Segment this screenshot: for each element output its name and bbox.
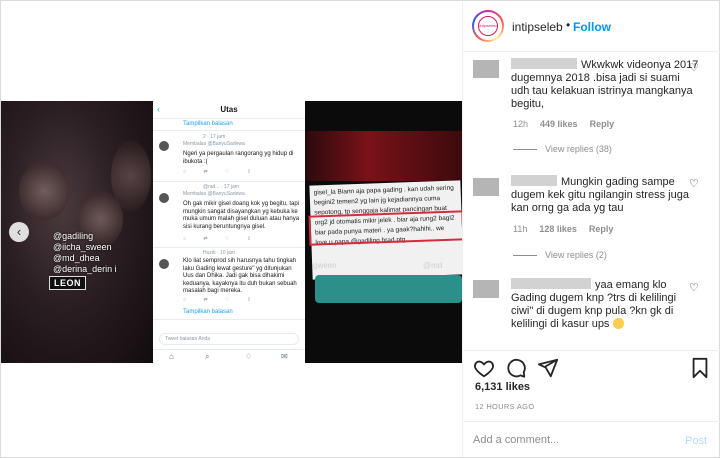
- divider: [153, 319, 305, 320]
- avatar: [159, 141, 169, 151]
- thread-header: ‹ Utas: [153, 101, 305, 119]
- person-figure: [19, 161, 69, 221]
- divider: [153, 130, 305, 131]
- commenter-name-redacted[interactable]: [511, 58, 577, 69]
- home-icon: ⌂: [169, 352, 174, 361]
- divider: [153, 181, 305, 182]
- tweet-text: Oh gak mikir gisel doang kok yg begitu, …: [183, 201, 300, 230]
- media-collage: @gadiling @iicha_sween @md_dhea @derina_…: [1, 101, 462, 363]
- reply-to-label: Membalas @BanyuSadewa: [183, 141, 245, 147]
- divider: [153, 247, 305, 248]
- tweet-actions: ○ ⇄ ♡ ⇪: [183, 236, 260, 242]
- show-replies-link: Tampilkan balasan: [183, 309, 233, 315]
- username-link[interactable]: intipseleb: [512, 20, 563, 34]
- instagram-comment-screenshot: gisel_la Biann aja papa gading . kan uda…: [305, 101, 462, 363]
- highlight-box: [308, 210, 462, 246]
- tweet-meta: @rad... · 17 jam: [203, 184, 239, 190]
- view-replies-link[interactable]: View replies (38): [513, 144, 612, 154]
- avatar[interactable]: intipseleb: [472, 10, 504, 42]
- photo-tag: @md_dhea: [53, 253, 100, 263]
- photo-tag: @gadiling: [53, 231, 94, 241]
- tweet-actions: ○ ⇄ ♡ ⇪: [183, 169, 260, 175]
- tweet-text: Klo liat semprod sih harusnya tahu tingk…: [183, 258, 297, 294]
- share-icon[interactable]: [537, 357, 559, 379]
- heart-icon[interactable]: ♡: [689, 281, 699, 294]
- teal-banner: [315, 275, 462, 303]
- commenter-avatar[interactable]: [473, 280, 499, 298]
- commenter-avatar[interactable]: [473, 178, 499, 196]
- separator-dot: •: [566, 18, 571, 32]
- likes-count[interactable]: 6,131 likes: [475, 381, 530, 393]
- avatar: [159, 259, 169, 269]
- chevron-left-icon[interactable]: ‹: [9, 222, 29, 242]
- smile-emoji-icon: [612, 318, 624, 329]
- commenter-name-redacted[interactable]: [511, 175, 557, 186]
- post-timestamp[interactable]: 12 HOURS AGO: [475, 402, 534, 411]
- post-button[interactable]: Post: [685, 435, 707, 447]
- comment-icon[interactable]: [505, 357, 527, 379]
- bookmark-icon[interactable]: [689, 357, 711, 379]
- comments-list: Wkwkwk videonya 2017 dugemnya 2018 .bisa…: [463, 53, 720, 349]
- comment-meta: 12h 449 likes Reply: [513, 119, 615, 129]
- tweet-meta: 2 · 17 jam: [203, 134, 226, 140]
- thread-title: Utas: [220, 105, 238, 114]
- logo-icon: intipseleb: [478, 16, 498, 36]
- heart-icon[interactable]: [473, 357, 495, 379]
- search-icon: ⌕: [205, 352, 210, 361]
- tweet-actions: ○ ⇄ ♡ ⇪: [183, 297, 260, 303]
- comment-meta: 11h 128 likes Reply: [513, 224, 614, 234]
- avatar: [159, 193, 169, 203]
- messages-icon: ✉: [281, 352, 288, 361]
- heart-icon[interactable]: ♡: [689, 61, 699, 74]
- comment-text: yaa emang klo Gading dugem knp ?trs di k…: [511, 278, 677, 330]
- comment-text: Wkwkwk videonya 2017 dugemnya 2018 .bisa…: [511, 58, 699, 110]
- post-media: @gadiling @iicha_sween @md_dhea @derina_…: [1, 1, 462, 457]
- handle-label: @md: [423, 261, 443, 270]
- post-sidebar: intipseleb intipseleb • Follow Wkwkwk vi…: [462, 1, 720, 457]
- post-actions: [463, 350, 720, 381]
- notifications-icon: ♢: [245, 352, 253, 361]
- person-figure: [111, 141, 151, 211]
- commenter-name-redacted[interactable]: [511, 278, 591, 289]
- video-background: [305, 131, 462, 181]
- photo-tag: @derina_derin i: [53, 264, 117, 274]
- show-replies-link: Tampilkan balasan: [183, 121, 233, 127]
- avatar-inner: intipseleb: [474, 12, 502, 40]
- twitter-thread-screenshot: ‹ Utas Tampilkan balasan 2 · 17 jam Memb…: [153, 101, 305, 363]
- add-comment-bar: Post: [463, 421, 720, 457]
- add-comment-input[interactable]: [473, 434, 663, 446]
- tweet-reply-input: Tweet balasan Anda: [159, 333, 299, 345]
- heart-icon[interactable]: ♡: [689, 177, 699, 190]
- tweet-text: Ngeri ya pergaulan rangorang yg hidup di…: [183, 151, 294, 165]
- handle-label: gween: [313, 261, 337, 270]
- brand-badge: LEON: [49, 276, 87, 290]
- commenter-avatar[interactable]: [473, 60, 499, 78]
- reply-to-label: Membalas @BanyuSadewa: [183, 191, 245, 197]
- comment-text: Mungkin gading sampe dugem kek gitu ngil…: [511, 175, 689, 214]
- photo-tag: @iicha_sween: [53, 242, 112, 252]
- twitter-tabbar: ⌂ ⌕ ♢ ✉: [153, 349, 305, 363]
- follow-button[interactable]: Follow: [573, 20, 611, 34]
- view-replies-link[interactable]: View replies (2): [513, 250, 607, 260]
- tweet-meta: Huziti · 10 jam: [203, 250, 235, 256]
- post-header: intipseleb intipseleb • Follow: [463, 1, 720, 52]
